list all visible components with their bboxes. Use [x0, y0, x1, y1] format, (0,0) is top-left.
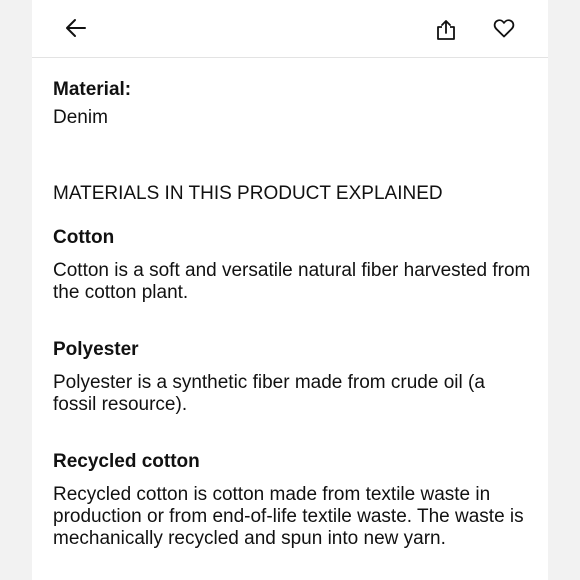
material-item-recycled-cotton: Recycled cotton Recycled cotton is cotto…	[53, 448, 533, 550]
material-item-title: Polyester	[53, 339, 139, 360]
material-item-cotton: Cotton Cotton is a soft and versatile na…	[53, 224, 533, 304]
materials-explained-heading: MATERIALS IN THIS PRODUCT EXPLAINED	[53, 183, 443, 204]
materials-content: Material: Denim MATERIALS IN THIS PRODUC…	[53, 76, 533, 550]
favorite-button[interactable]	[488, 12, 520, 44]
material-item-title: Cotton	[53, 227, 115, 248]
material-item-description: Cotton is a soft and versatile natural f…	[53, 260, 531, 303]
material-label: Material:	[53, 79, 132, 100]
heart-icon	[493, 19, 515, 38]
material-item-description: Recycled cotton is cotton made from text…	[53, 484, 524, 549]
share-icon	[437, 20, 455, 40]
material-value: Denim	[53, 107, 108, 128]
arrow-left-icon	[66, 19, 86, 37]
back-button[interactable]	[60, 12, 92, 44]
material-item-title: Recycled cotton	[53, 451, 200, 472]
material-item-description: Polyester is a synthetic fiber made from…	[53, 372, 485, 415]
material-item-polyester: Polyester Polyester is a synthetic fiber…	[53, 336, 533, 416]
share-button[interactable]	[430, 14, 462, 46]
product-materials-screen: Material: Denim MATERIALS IN THIS PRODUC…	[32, 0, 548, 580]
top-bar	[32, 0, 548, 58]
